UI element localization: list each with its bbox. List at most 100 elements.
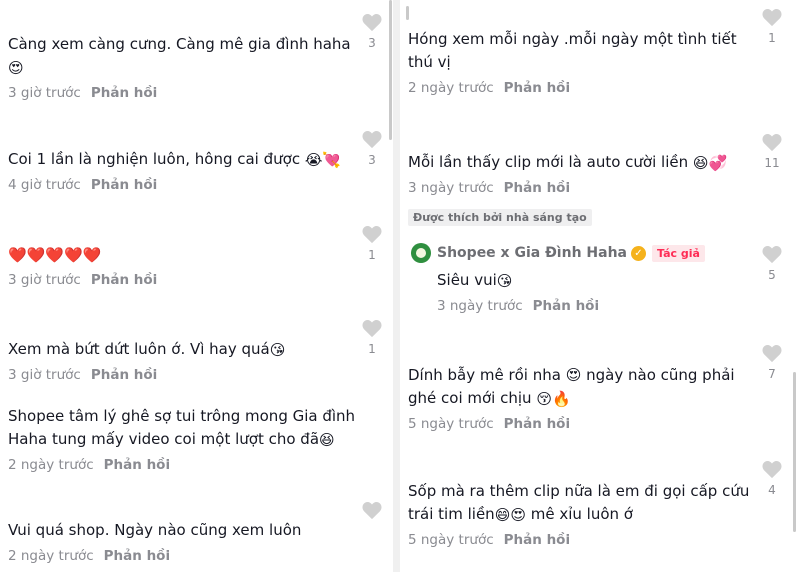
author-row: Shopee x Gia Đình Haha ✓ Tác giả [411,243,751,263]
like-count: 4 [768,483,776,497]
comment-text: Coi 1 lần là nghiện luôn, hông cai được … [8,150,342,169]
like-button[interactable]: 3 [360,12,384,50]
like-button[interactable]: 1 [360,224,384,262]
comment-time: 2 ngày trước [8,548,94,564]
comment-meta: 2 ngày trước Phản hồi [8,548,358,564]
like-button[interactable]: 5 [760,244,784,282]
comment-time: 3 ngày trước [437,298,523,314]
comment-item: Xem mà bứt dứt luôn ớ. Vì hay quá😘 3 giờ… [8,338,358,383]
comment-meta: 3 giờ trước Phản hồi [8,367,358,383]
creator-liked-tag: Được thích bởi nhà sáng tạo [408,209,592,226]
author-name[interactable]: Shopee x Gia Đình Haha [437,245,627,261]
panel-divider [393,0,400,572]
emoji: 😘 [496,272,513,290]
like-button[interactable]: 4 [760,459,784,497]
comment-item: Coi 1 lần là nghiện luôn, hông cai được … [8,148,358,193]
comment-text: Siêu vui😘 [437,271,513,290]
reply-button[interactable]: Phản hồi [91,85,157,101]
comment-meta: 5 ngày trước Phản hồi [408,532,753,548]
right-scrollbar-top[interactable] [406,6,409,20]
emoji: 😘 [269,341,286,359]
like-button[interactable]: 1 [360,318,384,356]
like-count: 7 [768,367,776,381]
heart-icon [362,502,382,520]
comment-text: ❤️❤️❤️❤️❤️ [8,243,358,266]
heart-icon [362,226,382,244]
right-scrollbar[interactable] [793,372,796,532]
emoji: 😍 [8,59,24,77]
like-button[interactable]: 3 [360,129,384,167]
avatar[interactable] [411,243,431,263]
reply-body: Siêu vui😘 3 ngày trước Phản hồi [411,269,751,314]
comment-time: 2 ngày trước [408,80,494,96]
reply-button[interactable]: Phản hồi [504,180,570,196]
author-badge: Tác giả [651,244,705,262]
comment-time: 5 ngày trước [408,416,494,432]
heart-icon [762,9,782,27]
emoji: 😭💘 [304,151,342,169]
comment-meta: 3 giờ trước Phản hồi [8,272,358,288]
like-count: 5 [768,268,776,282]
like-count: 1 [368,342,376,356]
reply-button[interactable]: Phản hồi [91,177,157,193]
comment-text: Càng xem càng cưng. Càng mê gia đình hah… [8,35,351,77]
comment-item: ❤️❤️❤️❤️❤️ 3 giờ trước Phản hồi [8,243,358,288]
emoji: 😆 [319,431,335,449]
like-count: 3 [368,153,376,167]
comment-meta: 3 ngày trước Phản hồi [437,298,751,314]
reply-button[interactable]: Phản hồi [91,272,157,288]
comment-item: Dính bẫy mê rồi nha 😍 ngày nào cũng phải… [408,364,753,432]
comment-text: Shopee tâm lý ghê sợ tui trông mong Gia … [8,407,356,449]
comment-time: 5 ngày trước [408,532,494,548]
comment-meta: 5 ngày trước Phản hồi [408,416,753,432]
comment-text: Xem mà bứt dứt luôn ớ. Vì hay quá😘 [8,340,286,359]
reply-button[interactable]: Phản hồi [533,298,599,314]
reply-button[interactable]: Phản hồi [504,416,570,432]
comment-item: Hóng xem mỗi ngày .mỗi ngày một tình tiế… [408,28,748,96]
like-count: 1 [368,248,376,262]
reply-button[interactable]: Phản hồi [104,548,170,564]
comment-text: Mỗi lần thấy clip mới là auto cười liền … [408,153,728,172]
heart-icon [362,14,382,32]
comment-item: Mỗi lần thấy clip mới là auto cười liền … [408,151,748,196]
comment-time: 3 giờ trước [8,85,81,101]
like-count: 1 [768,31,776,45]
like-button[interactable] [360,500,384,520]
comment-meta: 2 ngày trước Phản hồi [8,457,358,473]
reply-button[interactable]: Phản hồi [104,457,170,473]
reply-button[interactable]: Phản hồi [91,367,157,383]
left-scrollbar[interactable] [389,0,392,140]
like-button[interactable]: 11 [760,132,784,170]
comment-time: 3 ngày trước [408,180,494,196]
heart-icon [362,131,382,149]
comment-item: Shopee tâm lý ghê sợ tui trông mong Gia … [8,405,358,473]
comment-item: Sốp mà ra thêm clip nữa là em đi gọi cấp… [408,480,753,548]
like-count: 11 [764,156,780,170]
emoji: 😚🔥 [536,390,571,408]
reply-button[interactable]: Phản hồi [504,532,570,548]
comment-text: Sốp mà ra thêm clip nữa là em đi gọi cấp… [408,482,750,524]
like-button[interactable]: 1 [760,7,784,45]
comment-time: 3 giờ trước [8,272,81,288]
comment-item: Vui quá shop. Ngày nào cũng xem luôn 2 n… [8,519,358,564]
reply-button[interactable]: Phản hồi [504,80,570,96]
comment-text: Vui quá shop. Ngày nào cũng xem luôn [8,521,302,539]
comment-text: Dính bẫy mê rồi nha 😍 ngày nào cũng phải… [408,366,735,408]
comment-meta: 2 ngày trước Phản hồi [408,80,748,96]
comment-time: 3 giờ trước [8,367,81,383]
comment-meta: 3 giờ trước Phản hồi [8,85,358,101]
like-button[interactable]: 7 [760,343,784,381]
heart-icon [362,320,382,338]
comment-text: Hóng xem mỗi ngày .mỗi ngày một tình tiế… [408,30,737,71]
like-count: 3 [368,36,376,50]
comment-time: 2 ngày trước [8,457,94,473]
heart-icon [762,461,782,479]
emoji: 😄😍 [494,506,526,524]
heart-icon [762,345,782,363]
emoji: ❤️❤️❤️❤️❤️ [8,246,102,264]
creator-reply: Shopee x Gia Đình Haha ✓ Tác giả Siêu vu… [411,243,751,314]
comment-item: Càng xem càng cưng. Càng mê gia đình hah… [8,33,358,101]
heart-icon [762,134,782,152]
comment-meta: 3 ngày trước Phản hồi [408,180,748,196]
comment-time: 4 giờ trước [8,177,81,193]
